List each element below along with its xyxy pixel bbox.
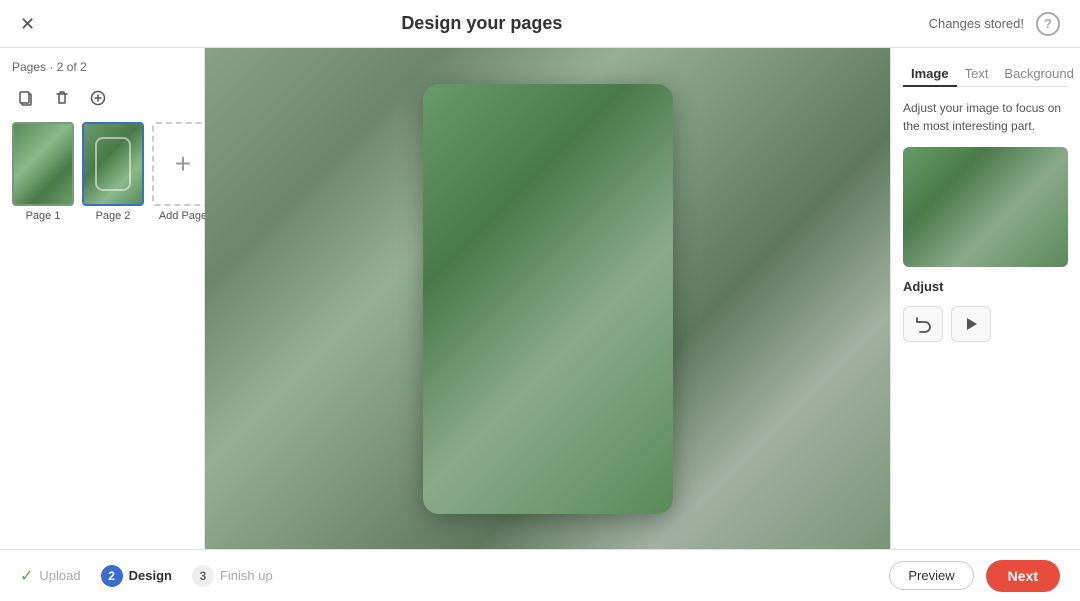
step-design-number: 2 bbox=[101, 565, 123, 587]
add-page-button-top[interactable] bbox=[84, 84, 112, 112]
adjust-label: Adjust bbox=[903, 279, 1068, 294]
undo-button[interactable] bbox=[903, 306, 943, 342]
page-2-image bbox=[84, 124, 142, 204]
image-preview bbox=[903, 147, 1068, 267]
header: ✕ Design your pages Changes stored! ? bbox=[0, 0, 1080, 48]
bottom-right-actions: Preview Next bbox=[889, 560, 1060, 592]
undo-icon bbox=[914, 315, 932, 333]
close-button[interactable]: ✕ bbox=[20, 15, 35, 33]
pages-count-label: Pages · 2 of 2 bbox=[12, 60, 192, 74]
tab-text[interactable]: Text bbox=[957, 62, 997, 87]
page-actions-bar bbox=[12, 84, 192, 112]
canvas-area[interactable] bbox=[205, 48, 890, 549]
steps-list: ✓ Upload 2 Design 3 Finish up bbox=[20, 565, 273, 587]
tab-image[interactable]: Image bbox=[903, 62, 957, 87]
page-title: Design your pages bbox=[401, 13, 562, 34]
preview-button[interactable]: Preview bbox=[889, 561, 973, 590]
step-upload-label: Upload bbox=[39, 568, 80, 583]
step-finish-number: 3 bbox=[192, 565, 214, 587]
step-finish: 3 Finish up bbox=[192, 565, 273, 587]
page-thumb-1[interactable]: Page 1 bbox=[12, 122, 74, 222]
changes-stored-label: Changes stored! bbox=[929, 16, 1024, 31]
step-design-label: Design bbox=[129, 568, 172, 583]
step-upload-check-icon: ✓ bbox=[20, 566, 33, 586]
adjust-controls bbox=[903, 306, 1068, 342]
pages-list: Page 1 Page 2 + Add Page bbox=[12, 122, 192, 222]
page-1-thumbnail bbox=[12, 122, 74, 206]
step-finish-label: Finish up bbox=[220, 568, 273, 583]
plus-circle-icon bbox=[90, 90, 106, 106]
play-icon bbox=[962, 315, 980, 333]
step-upload: ✓ Upload bbox=[20, 566, 81, 586]
play-button[interactable] bbox=[951, 306, 991, 342]
header-left: ✕ bbox=[20, 15, 35, 33]
header-right: Changes stored! ? bbox=[929, 12, 1060, 36]
add-page-label: Add Page bbox=[159, 210, 207, 222]
trash-icon bbox=[54, 90, 70, 106]
image-focus-description: Adjust your image to focus on the most i… bbox=[903, 99, 1068, 135]
canvas-page[interactable] bbox=[423, 84, 673, 514]
page-2-label: Page 2 bbox=[96, 210, 131, 222]
help-button[interactable]: ? bbox=[1036, 12, 1060, 36]
copy-page-button[interactable] bbox=[12, 84, 40, 112]
page-1-image bbox=[14, 124, 72, 204]
copy-icon bbox=[18, 90, 34, 106]
next-button[interactable]: Next bbox=[986, 560, 1060, 592]
right-panel: Image Text Background Adjust your image … bbox=[890, 48, 1080, 549]
tab-background[interactable]: Background bbox=[996, 62, 1080, 87]
page-thumb-2[interactable]: Page 2 bbox=[82, 122, 144, 222]
page-1-label: Page 1 bbox=[26, 210, 61, 222]
step-design: 2 Design bbox=[101, 565, 172, 587]
right-tabs: Image Text Background bbox=[903, 62, 1068, 87]
bottom-bar: ✓ Upload 2 Design 3 Finish up Preview Ne… bbox=[0, 549, 1080, 601]
page-2-thumbnail bbox=[82, 122, 144, 206]
main-content: Pages · 2 of 2 bbox=[0, 48, 1080, 549]
delete-page-button[interactable] bbox=[48, 84, 76, 112]
left-panel: Pages · 2 of 2 bbox=[0, 48, 205, 549]
